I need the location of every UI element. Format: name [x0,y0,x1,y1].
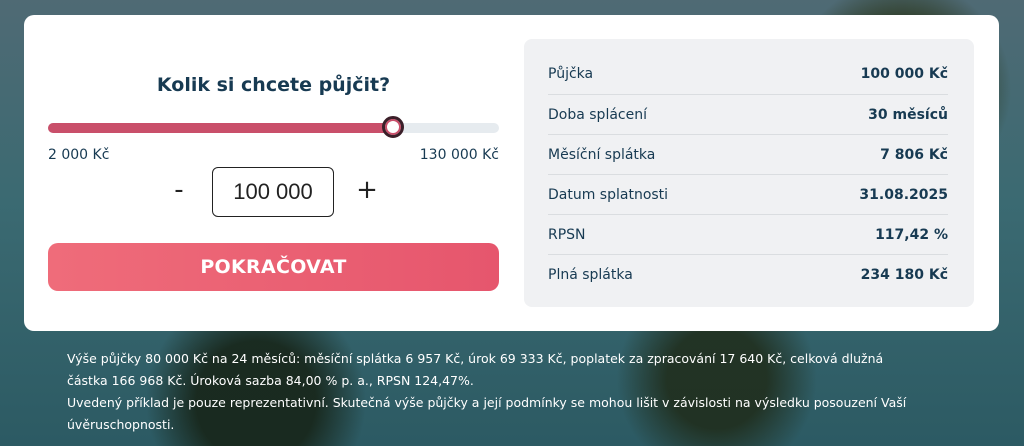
summary-label: Doba splácení [548,107,647,123]
summary-row-loan: Půjčka 100 000 Kč [548,54,948,94]
summary-value: 117,42 % [875,227,948,243]
summary-value: 7 806 Kč [880,147,948,163]
increase-button[interactable]: + [356,175,378,205]
summary-row-due-date: Datum splatnosti 31.08.2025 [548,174,948,215]
summary-label: Plná splátka [548,267,633,283]
representative-example-disclaimer: Výše půjčky 80 000 Kč na 24 měsíců: měsí… [67,348,967,436]
summary-label: Půjčka [548,66,594,82]
loan-summary: Půjčka 100 000 Kč Doba splácení 30 měsíc… [524,39,974,307]
disclaimer-line: Výše půjčky 80 000 Kč na 24 měsíců: měsí… [67,351,884,366]
disclaimer-line: částka 166 968 Kč. Úroková sazba 84,00 %… [67,373,474,388]
summary-label: Měsíční splátka [548,147,656,163]
summary-label: RPSN [548,227,586,243]
disclaimer-line: úvěruschopnosti. [67,417,175,432]
summary-value: 100 000 Kč [860,66,948,82]
decrease-button[interactable]: - [168,175,190,205]
summary-row-rpsn: RPSN 117,42 % [548,214,948,255]
amount-slider[interactable] [48,116,499,138]
summary-value: 30 měsíců [868,107,948,123]
slider-fill [48,123,393,133]
summary-row-duration: Doba splácení 30 měsíců [548,94,948,135]
summary-value: 234 180 Kč [860,267,948,283]
summary-row-total: Plná splátka 234 180 Kč [548,254,948,295]
summary-value: 31.08.2025 [859,187,948,203]
continue-button[interactable]: POKRAČOVAT [48,243,499,291]
disclaimer-line: Uvedený příklad je pouze reprezentativní… [67,395,907,410]
summary-row-monthly-payment: Měsíční splátka 7 806 Kč [548,134,948,175]
summary-label: Datum splatnosti [548,187,669,203]
slider-min-label: 2 000 Kč [48,147,110,163]
amount-input[interactable] [212,167,334,217]
calculator-panel: Kolik si chcete půjčit? 2 000 Kč 130 000… [48,15,499,331]
loan-calculator-card: Kolik si chcete půjčit? 2 000 Kč 130 000… [24,15,999,331]
slider-thumb[interactable] [382,116,404,138]
calculator-title: Kolik si chcete půjčit? [156,74,391,96]
slider-max-label: 130 000 Kč [419,147,499,163]
